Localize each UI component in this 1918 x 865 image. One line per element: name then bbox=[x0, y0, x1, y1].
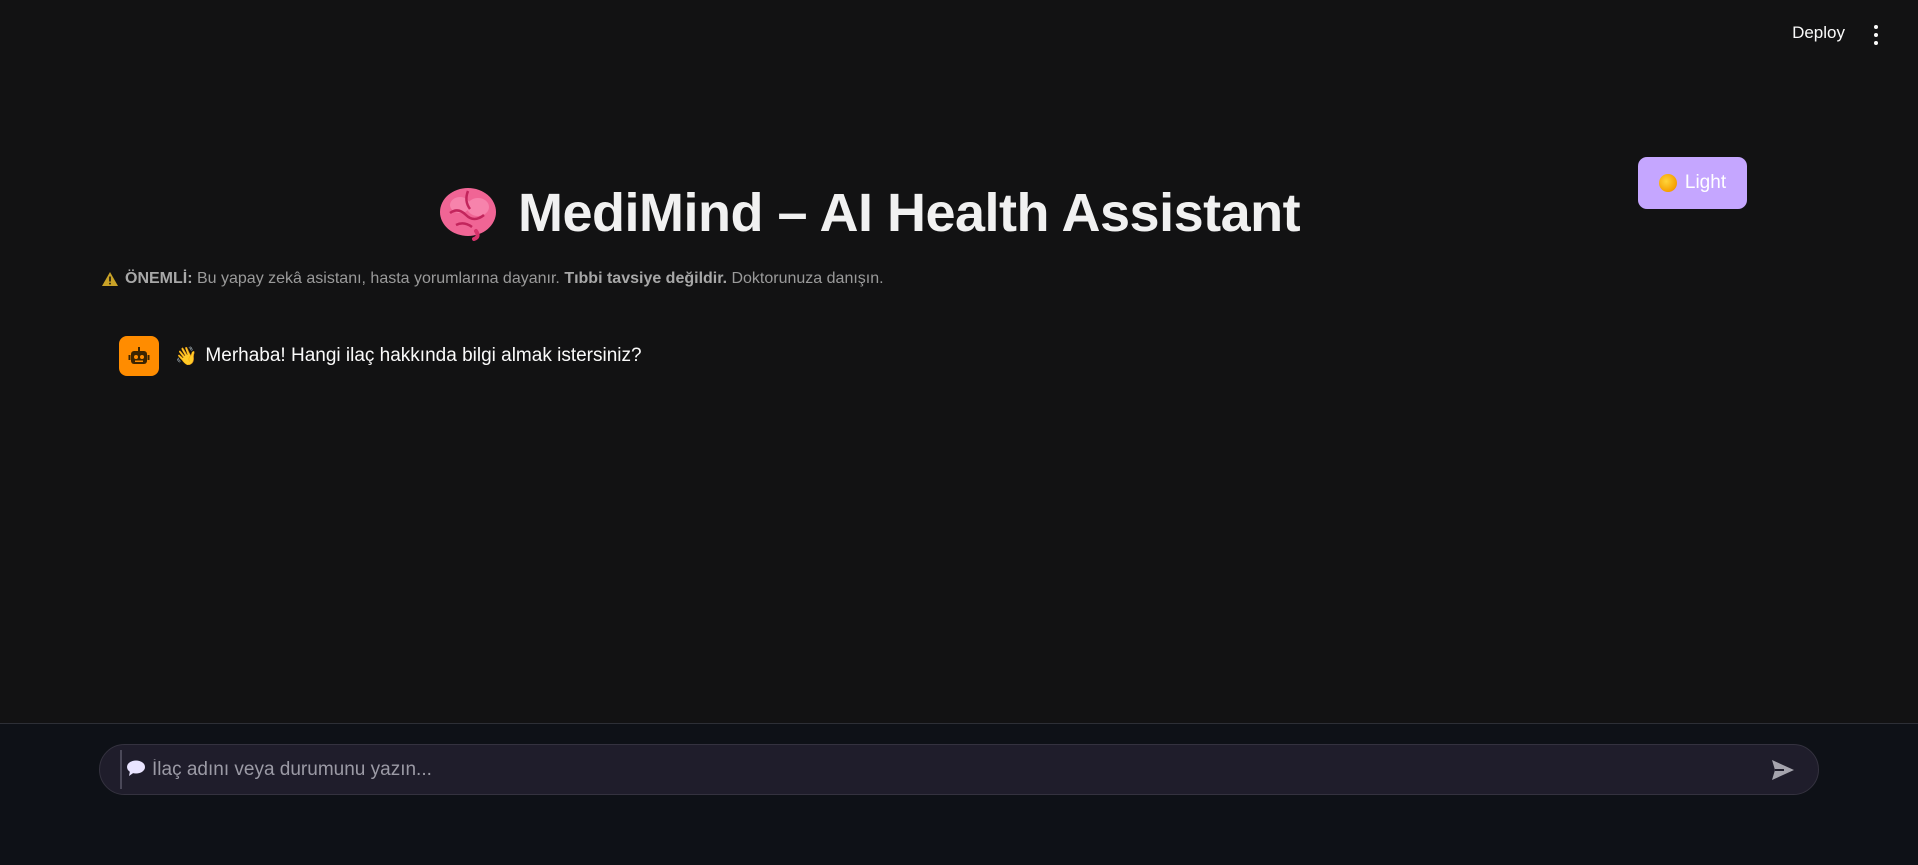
assistant-message: 👋 Merhaba! Hangi ilaç hakkında bilgi alm… bbox=[119, 336, 642, 376]
kebab-menu-icon[interactable] bbox=[1870, 25, 1882, 45]
chat-input[interactable] bbox=[152, 745, 1732, 794]
input-caret-bar bbox=[120, 750, 122, 789]
send-icon[interactable] bbox=[1770, 758, 1796, 782]
disclaimer-text: ÖNEMLİ: Bu yapay zekâ asistanı, hasta yo… bbox=[125, 270, 884, 288]
page-title-text: MediMind – AI Health Assistant bbox=[518, 183, 1301, 243]
warning-icon bbox=[102, 272, 118, 286]
disclaimer-text-3: Doktorunuza danışın. bbox=[727, 270, 884, 287]
disclaimer-important-label: ÖNEMLİ: bbox=[125, 270, 193, 287]
chat-input-container[interactable] bbox=[99, 744, 1819, 795]
speech-bubble-icon bbox=[127, 760, 145, 776]
disclaimer-notice: ÖNEMLİ: Bu yapay zekâ asistanı, hasta yo… bbox=[101, 270, 884, 288]
chat-input-area bbox=[0, 723, 1918, 865]
deploy-button[interactable]: Deploy bbox=[1792, 23, 1845, 43]
disclaimer-bold-2: Tıbbi tavsiye değildir. bbox=[564, 270, 728, 287]
sun-icon bbox=[1658, 174, 1677, 192]
app-root: Deploy Light MediMind – AI Health Assist… bbox=[0, 0, 1918, 865]
disclaimer-text-1: Bu yapay zekâ asistanı, hasta yorumların… bbox=[192, 270, 565, 287]
message-text: Merhaba! Hangi ilaç hakkında bilgi almak… bbox=[205, 345, 642, 366]
page-title: MediMind – AI Health Assistant bbox=[438, 182, 1301, 244]
robot-icon bbox=[119, 336, 159, 376]
waving-hand-icon: 👋 bbox=[175, 345, 198, 366]
brain-icon bbox=[440, 188, 496, 241]
theme-toggle-label: Light bbox=[1684, 172, 1727, 193]
theme-toggle-button[interactable]: Light bbox=[1638, 157, 1747, 209]
message-content: 👋 Merhaba! Hangi ilaç hakkında bilgi alm… bbox=[175, 345, 642, 367]
